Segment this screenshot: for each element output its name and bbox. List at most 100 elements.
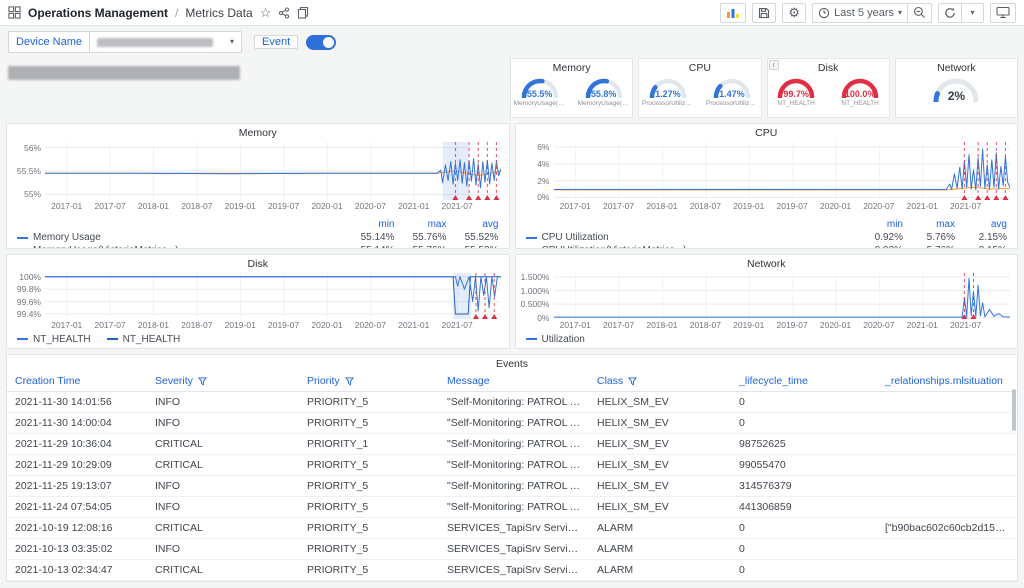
gauge-label: NT_HEALTH: [777, 100, 814, 107]
column-header-message[interactable]: Message: [439, 371, 589, 391]
legend-header: minmaxavg: [526, 218, 1008, 231]
column-header-relationships-mlsituation[interactable]: _relationships.mlsituation: [877, 371, 1017, 391]
y-tick-label: 0%: [537, 313, 549, 323]
device-name-select[interactable]: ▾: [90, 31, 242, 53]
column-header-creation-time[interactable]: Creation Time: [7, 371, 147, 391]
column-header-class[interactable]: Class: [589, 371, 731, 391]
table-cell: 0: [731, 539, 877, 559]
clock-icon: [818, 7, 830, 19]
legend-col-avg[interactable]: avg: [955, 218, 1007, 231]
panel-info-icon[interactable]: i: [769, 60, 779, 70]
legend-col-min[interactable]: min: [851, 218, 903, 231]
table-cell: [877, 497, 1017, 517]
snapshot-icon[interactable]: [297, 6, 309, 19]
x-tick-label: 2017-07: [603, 201, 634, 211]
table-cell: HELIX_SM_EV: [589, 476, 731, 496]
table-row[interactable]: 2021-10-19 12:08:16CRITICALPRIORITY_5SER…: [7, 518, 1017, 539]
legend-col-min[interactable]: min: [343, 218, 395, 231]
table-cell: [877, 455, 1017, 475]
legend-value-max: 5.76%: [903, 244, 955, 248]
time-range-picker[interactable]: Last 5 years ▾: [812, 3, 908, 23]
series-name: CPU Utilization: [542, 231, 852, 244]
legend-col-max[interactable]: max: [395, 218, 447, 231]
x-tick-label: 2021-07: [442, 320, 473, 330]
table-cell: CRITICAL: [147, 434, 299, 454]
event-toggle[interactable]: [306, 35, 336, 50]
kiosk-mode-button[interactable]: [990, 3, 1016, 23]
y-tick-label: 1.500%: [521, 272, 550, 282]
chart-canvas[interactable]: [45, 273, 501, 319]
column-header-priority[interactable]: Priority: [299, 371, 439, 391]
legend-value-avg: 55.52%: [447, 231, 499, 244]
events-scrollbar[interactable]: [1012, 389, 1016, 431]
chart-canvas[interactable]: [554, 273, 1010, 319]
plugin-chart-button[interactable]: [720, 3, 746, 23]
apps-grid-icon[interactable]: [8, 6, 21, 19]
legend-value-avg: 55.52%: [447, 244, 499, 248]
table-row[interactable]: 2021-11-29 10:36:04CRITICALPRIORITY_1"Se…: [7, 434, 1017, 455]
table-row[interactable]: 2021-10-13 03:35:02INFOPRIORITY_5SERVICE…: [7, 539, 1017, 560]
gauge-value: 99.7%: [783, 89, 809, 99]
column-label: Priority: [307, 375, 340, 387]
legend-item[interactable]: NT_HEALTH: [17, 334, 91, 345]
zoom-out-icon: [913, 6, 926, 19]
x-tick-label: 2019-01: [225, 201, 256, 211]
series-swatch: [17, 338, 28, 340]
legend-col-avg[interactable]: avg: [447, 218, 499, 231]
gauge: 1.47%ProcessorUtilization(...: [705, 76, 759, 107]
refresh-button[interactable]: [938, 3, 962, 23]
legend-value-max: 55.76%: [395, 231, 447, 244]
legend-item[interactable]: CPU Utilization0.92%5.76%2.15%: [526, 231, 1008, 244]
table-row[interactable]: 2021-10-13 02:34:47CRITICALPRIORITY_5SER…: [7, 560, 1017, 581]
y-tick-label: 4%: [537, 159, 549, 169]
legend-item[interactable]: NT_HEALTH: [107, 334, 181, 345]
x-tick-label: 2018-01: [138, 320, 169, 330]
redacted-device-title: [8, 66, 240, 80]
filter-icon[interactable]: [345, 377, 354, 386]
table-row[interactable]: 2021-11-30 14:00:04INFOPRIORITY_5"Self-M…: [7, 413, 1017, 434]
gauge: 1.27%ProcessorUtilization(...: [641, 76, 695, 107]
legend-value-avg: 2.15%: [955, 231, 1007, 244]
x-axis: 2017-012017-072018-012018-072019-012019-…: [554, 320, 1010, 332]
save-button[interactable]: [752, 3, 776, 23]
series-name: NT_HEALTH: [123, 334, 181, 345]
legend-item[interactable]: CPUUtilization(VictoriaMetrics...)0.92%5…: [526, 244, 1008, 248]
chart-canvas[interactable]: [554, 142, 1010, 200]
y-tick-label: 99.8%: [17, 284, 41, 294]
table-cell: INFO: [147, 413, 299, 433]
y-axis: 99.4%99.6%99.8%100%: [9, 273, 45, 319]
legend-item[interactable]: Memory Usage55.14%55.76%55.52%: [17, 231, 499, 244]
chart-panel-network: Network 0%0.500%1.000%1.500%2017-012017-0…: [515, 254, 1019, 349]
legend-item[interactable]: MemoryUsage(VictoriaMetrics...)55.14%55.…: [17, 244, 499, 248]
x-tick-label: 2019-01: [733, 201, 764, 211]
table-cell: 2021-11-24 07:54:05: [7, 497, 147, 517]
table-row[interactable]: 2021-11-25 19:13:07INFOPRIORITY_5"Self-M…: [7, 476, 1017, 497]
y-tick-label: 0.500%: [521, 299, 550, 309]
table-cell: 2021-10-13 03:35:02: [7, 539, 147, 559]
series-swatch: [107, 338, 118, 340]
gauge-value: 2%: [948, 89, 965, 103]
table-cell: 2021-11-25 19:13:07: [7, 476, 147, 496]
y-axis: 0%0.500%1.000%1.500%: [518, 273, 554, 319]
zoom-out-button[interactable]: [908, 3, 932, 23]
column-header-severity[interactable]: Severity: [147, 371, 299, 391]
legend-item[interactable]: Utilization: [526, 334, 585, 345]
column-header-lifecycle-time[interactable]: _lifecycle_time: [731, 371, 877, 391]
star-icon[interactable]: ☆: [260, 6, 272, 19]
share-icon[interactable]: [278, 7, 290, 19]
breadcrumb-page[interactable]: Metrics Data: [185, 6, 252, 20]
table-row[interactable]: 2021-11-29 10:29:09CRITICALPRIORITY_5"Se…: [7, 455, 1017, 476]
legend-col-max[interactable]: max: [903, 218, 955, 231]
table-row[interactable]: 2021-11-30 14:01:56INFOPRIORITY_5"Self-M…: [7, 392, 1017, 413]
y-axis: 55%55.5%56%: [9, 142, 45, 200]
breadcrumb-section[interactable]: Operations Management: [28, 6, 168, 20]
settings-button[interactable]: ⚙: [782, 3, 806, 23]
refresh-interval-dropdown[interactable]: ▾: [962, 3, 984, 23]
table-row[interactable]: 2021-11-24 07:54:05INFOPRIORITY_5"Self-M…: [7, 497, 1017, 518]
filter-icon[interactable]: [198, 377, 207, 386]
panel-title: Network: [516, 255, 1018, 270]
legend-value-min: 55.14%: [343, 231, 395, 244]
chart-canvas[interactable]: [45, 142, 501, 200]
table-cell: 2021-11-30 14:01:56: [7, 392, 147, 412]
filter-icon[interactable]: [628, 377, 637, 386]
